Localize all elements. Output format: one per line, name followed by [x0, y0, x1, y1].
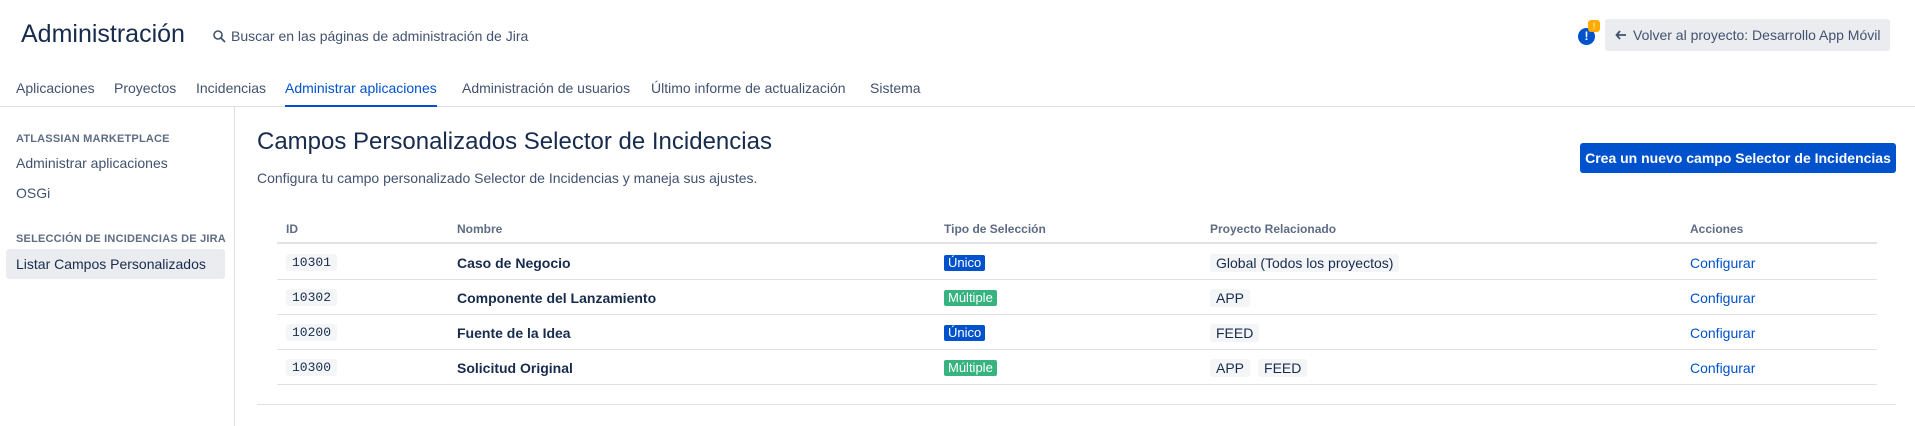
sidebar-heading-jira-selection: SELECCIÓN DE INCIDENCIAS DE JIRA [16, 233, 226, 245]
selection-type-lozenge: Único [944, 324, 986, 341]
field-id: 10300 [286, 359, 338, 376]
section-divider [257, 404, 1896, 405]
sidebar-heading-marketplace: ATLASSIAN MARKETPLACE [16, 133, 170, 145]
sidebar-item-administrar-aplicaciones[interactable]: Administrar aplicaciones [6, 148, 225, 178]
configure-link[interactable]: Configurar [1690, 325, 1755, 341]
configure-link[interactable]: Configurar [1690, 360, 1755, 376]
project-tag: Global (Todos los proyectos) [1210, 253, 1400, 272]
create-field-button[interactable]: Crea un nuevo campo Selector de Incidenc… [1580, 143, 1896, 173]
tab-sistema[interactable]: Sistema [870, 80, 921, 107]
field-name: Fuente de la Idea [457, 324, 571, 341]
admin-search[interactable]: Buscar en las páginas de administración … [212, 25, 528, 47]
configure-link[interactable]: Configurar [1690, 255, 1755, 271]
configure-link[interactable]: Configurar [1690, 290, 1755, 306]
search-placeholder: Buscar en las páginas de administración … [231, 28, 529, 44]
field-id: 10302 [286, 289, 338, 306]
column-header-actions: Acciones [1690, 222, 1744, 236]
field-name: Solicitud Original [457, 359, 573, 376]
selection-type-lozenge: Múltiple [944, 359, 997, 376]
back-to-project-label: Volver al proyecto: Desarrollo App Móvil [1633, 27, 1881, 43]
notification-button[interactable]: ! ! [1578, 20, 1600, 46]
tab-administrar-aplicaciones[interactable]: Administrar aplicaciones [285, 80, 437, 107]
tab-ultimo-informe[interactable]: Último informe de actualización [651, 80, 846, 107]
table-row: 10302 Componente del Lanzamiento Múltipl… [277, 280, 1877, 315]
back-to-project-button[interactable]: Volver al proyecto: Desarrollo App Móvil [1605, 19, 1891, 51]
table-header: ID Nombre Tipo de Selección Proyecto Rel… [277, 212, 1877, 244]
field-id: 10200 [286, 324, 338, 341]
table-row: 10200 Fuente de la Idea Único FEED Confi… [277, 315, 1877, 350]
table-row: 10301 Caso de Negocio Único Global (Todo… [277, 245, 1877, 280]
table-row: 10300 Solicitud Original Múltiple APP FE… [277, 350, 1877, 385]
project-tag: FEED [1210, 323, 1260, 342]
app-title: Administración [21, 20, 185, 48]
page-description: Configura tu campo personalizado Selecto… [257, 170, 758, 186]
selection-type-lozenge: Múltiple [944, 289, 997, 306]
tab-administracion-usuarios[interactable]: Administración de usuarios [462, 80, 630, 107]
sidebar-item-listar-campos[interactable]: Listar Campos Personalizados [6, 249, 225, 279]
tab-aplicaciones[interactable]: Aplicaciones [16, 80, 95, 107]
notification-badge: ! [1588, 20, 1600, 32]
column-header-id: ID [286, 222, 298, 236]
tab-proyectos[interactable]: Proyectos [114, 80, 176, 107]
field-id: 10301 [286, 254, 338, 271]
sidebar-item-osgi[interactable]: OSGi [6, 178, 225, 208]
project-tag: FEED [1258, 358, 1308, 377]
field-name: Caso de Negocio [457, 254, 571, 271]
project-tag: APP [1210, 288, 1251, 307]
project-tag: APP [1210, 358, 1251, 377]
sidebar: ATLASSIAN MARKETPLACE Administrar aplica… [0, 107, 235, 426]
page-title: Campos Personalizados Selector de Incide… [257, 128, 772, 155]
selection-type-lozenge: Único [944, 254, 986, 271]
admin-tabs: Aplicaciones Proyectos Incidencias Admin… [0, 76, 1915, 107]
search-icon [213, 30, 226, 43]
column-header-project: Proyecto Relacionado [1210, 222, 1337, 236]
tab-incidencias[interactable]: Incidencias [196, 80, 266, 107]
admin-header: Administración Buscar en las páginas de … [0, 0, 1915, 70]
column-header-selection-type: Tipo de Selección [944, 222, 1046, 236]
field-name: Componente del Lanzamiento [457, 289, 657, 306]
column-header-name: Nombre [457, 222, 503, 236]
arrow-left-icon [1615, 30, 1626, 40]
